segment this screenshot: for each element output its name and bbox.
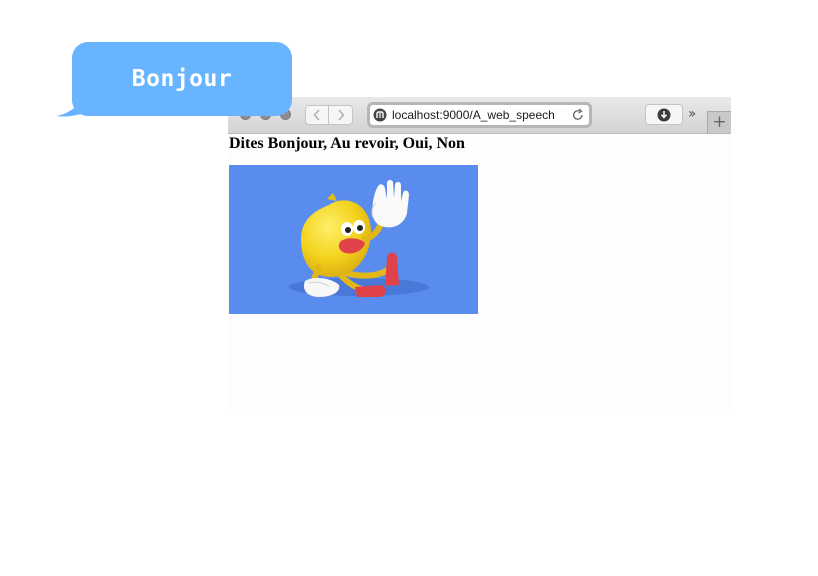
url-text: localhost:9000/A_web_speech (392, 108, 555, 122)
address-bar[interactable]: localhost:9000/A_web_speech (367, 102, 592, 128)
speech-bubble: Bonjour (72, 42, 292, 116)
site-icon (373, 108, 387, 122)
lemon-waving-image (229, 165, 478, 314)
back-button[interactable] (305, 105, 329, 125)
new-tab-button[interactable]: + (707, 111, 731, 133)
chevron-right-icon (337, 109, 345, 121)
download-icon (657, 108, 671, 121)
reload-icon[interactable] (571, 108, 585, 122)
speech-bubble-text: Bonjour (131, 66, 233, 92)
page-heading: Dites Bonjour, Au revoir, Oui, Non (229, 135, 465, 152)
download-button[interactable] (645, 104, 683, 125)
forward-button[interactable] (329, 105, 353, 125)
browser-toolbar: localhost:9000/A_web_speech ›› + (228, 97, 731, 134)
lemon-character-illustration (289, 180, 429, 297)
browser-window: localhost:9000/A_web_speech ›› + Dites B… (228, 97, 731, 409)
double-chevron-icon[interactable]: ›› (688, 106, 696, 122)
chevron-left-icon (313, 109, 320, 121)
plus-icon: + (712, 112, 727, 132)
